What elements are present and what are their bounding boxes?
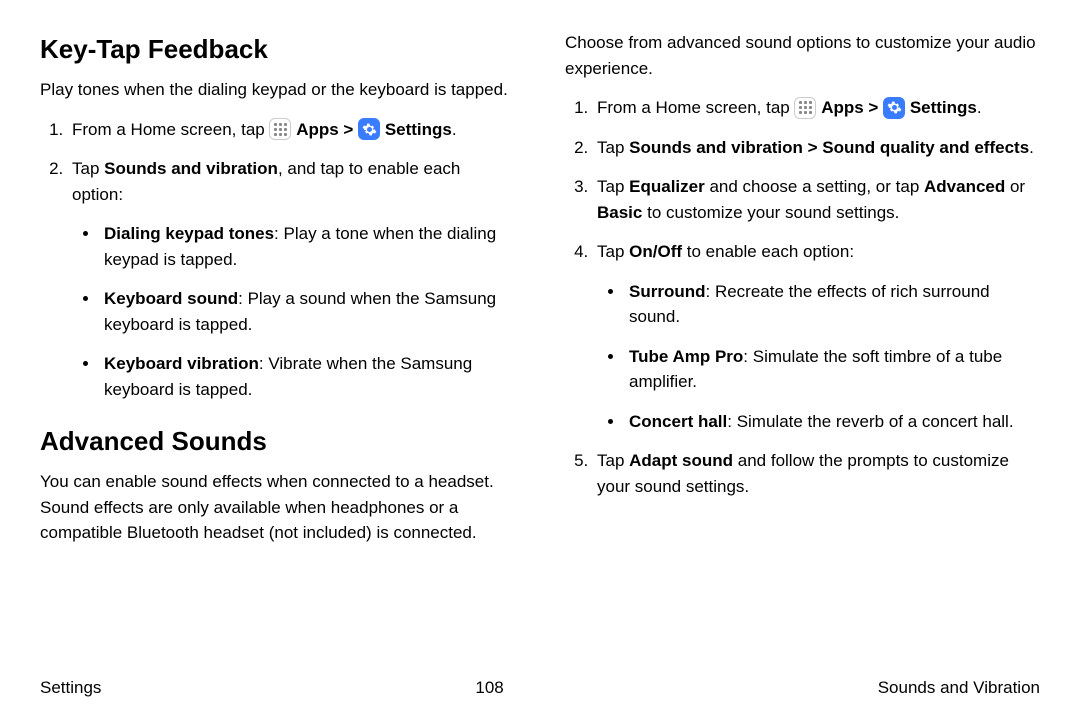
section-advanced-sounds: Advanced Sounds You can enable sound eff… <box>40 422 515 546</box>
settings-label: Settings <box>910 98 977 117</box>
period: . <box>452 120 457 139</box>
list-item: Concert hall: Simulate the reverb of a c… <box>625 409 1040 435</box>
list-item: Surround: Recreate the effects of rich s… <box>625 279 1040 330</box>
intro-advanced-sounds: You can enable sound effects when connec… <box>40 469 515 546</box>
bold-text: Advanced <box>924 177 1005 196</box>
step-1: From a Home screen, tap Apps > Settings. <box>593 95 1040 121</box>
step-text: and choose a setting, or tap <box>705 177 924 196</box>
apps-icon <box>794 97 816 119</box>
bold-text: On/Off <box>629 242 682 261</box>
list-item: Keyboard vibration: Vibrate when the Sam… <box>100 351 515 402</box>
footer-right: Sounds and Vibration <box>878 675 1040 701</box>
footer-left: Settings <box>40 675 101 701</box>
option-desc: : Simulate the reverb of a concert hall. <box>727 412 1013 431</box>
heading-key-tap-feedback: Key-Tap Feedback <box>40 30 515 69</box>
option-name: Surround <box>629 282 706 301</box>
step-text: From a Home screen, tap <box>597 98 794 117</box>
list-item: Tube Amp Pro: Simulate the soft timbre o… <box>625 344 1040 395</box>
steps-advanced: From a Home screen, tap Apps > Settings.… <box>565 95 1040 499</box>
bold-text: Sounds and vibration > Sound quality and… <box>629 138 1029 157</box>
step-text: Tap <box>597 177 629 196</box>
apps-label: Apps <box>821 98 864 117</box>
left-column: Key-Tap Feedback Play tones when the dia… <box>40 30 515 665</box>
step-1: From a Home screen, tap Apps > Settings. <box>68 117 515 143</box>
settings-label: Settings <box>385 120 452 139</box>
option-name: Keyboard vibration <box>104 354 259 373</box>
heading-advanced-sounds: Advanced Sounds <box>40 422 515 461</box>
bold-text: Sounds and vibration <box>104 159 278 178</box>
step-text: to customize your sound settings. <box>642 203 899 222</box>
right-column: Choose from advanced sound options to cu… <box>565 30 1040 665</box>
apps-label: Apps <box>296 120 339 139</box>
list-item: Dialing keypad tones: Play a tone when t… <box>100 221 515 272</box>
options-list: Surround: Recreate the effects of rich s… <box>597 279 1040 435</box>
step-text: . <box>1029 138 1034 157</box>
option-name: Tube Amp Pro <box>629 347 743 366</box>
steps-key-tap: From a Home screen, tap Apps > Settings.… <box>40 117 515 403</box>
settings-icon <box>883 97 905 119</box>
bold-text: Equalizer <box>629 177 705 196</box>
step-5: Tap Adapt sound and follow the prompts t… <box>593 448 1040 499</box>
step-4: Tap On/Off to enable each option: Surrou… <box>593 239 1040 434</box>
step-text: Tap <box>597 138 629 157</box>
step-text: or <box>1005 177 1025 196</box>
period: . <box>977 98 982 117</box>
step-2: Tap Sounds and vibration, and tap to ena… <box>68 156 515 402</box>
step-text: From a Home screen, tap <box>72 120 269 139</box>
step-2: Tap Sounds and vibration > Sound quality… <box>593 135 1040 161</box>
step-text: Tap <box>72 159 104 178</box>
step-text: to enable each option: <box>682 242 854 261</box>
option-name: Keyboard sound <box>104 289 238 308</box>
option-name: Dialing keypad tones <box>104 224 274 243</box>
bold-text: Adapt sound <box>629 451 733 470</box>
content-columns: Key-Tap Feedback Play tones when the dia… <box>40 30 1040 665</box>
apps-icon <box>269 118 291 140</box>
step-3: Tap Equalizer and choose a setting, or t… <box>593 174 1040 225</box>
option-name: Concert hall <box>629 412 727 431</box>
intro-key-tap: Play tones when the dialing keypad or th… <box>40 77 515 103</box>
step-text: Tap <box>597 451 629 470</box>
intro-right: Choose from advanced sound options to cu… <box>565 30 1040 81</box>
bold-text: Basic <box>597 203 642 222</box>
settings-icon <box>358 118 380 140</box>
page-footer: Settings 108 Sounds and Vibration <box>40 665 1040 701</box>
options-list: Dialing keypad tones: Play a tone when t… <box>72 221 515 402</box>
footer-page-number: 108 <box>475 675 503 701</box>
list-item: Keyboard sound: Play a sound when the Sa… <box>100 286 515 337</box>
chevron: > <box>339 120 358 139</box>
chevron: > <box>864 98 883 117</box>
step-text: Tap <box>597 242 629 261</box>
